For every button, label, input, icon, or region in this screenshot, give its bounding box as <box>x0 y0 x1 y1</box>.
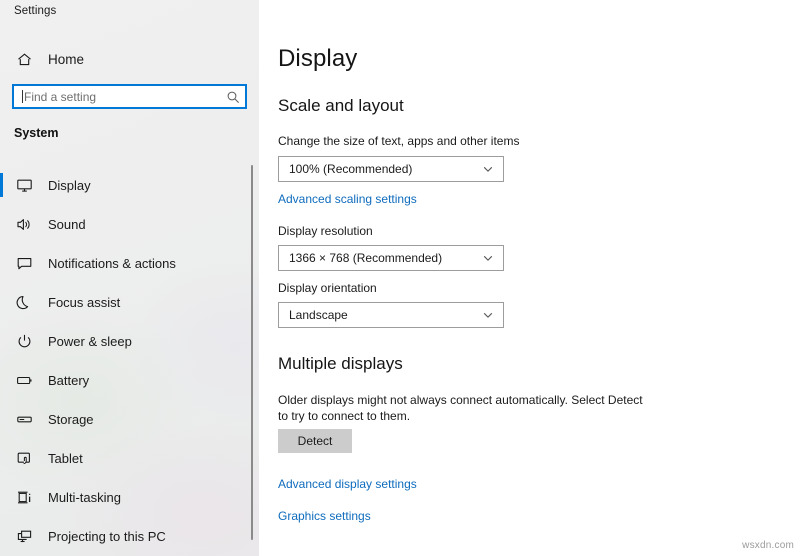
home-icon <box>14 49 34 69</box>
notification-icon <box>14 254 34 274</box>
sidebar-item-home[interactable]: Home <box>0 45 248 73</box>
page-title: Display <box>278 45 357 73</box>
sidebar-item-label: Multi-tasking <box>48 490 121 505</box>
sidebar-item-label: Focus assist <box>48 295 120 310</box>
chevron-down-icon <box>481 308 495 322</box>
sidebar-item-projecting[interactable]: Projecting to this PC <box>0 517 248 556</box>
sidebar-item-tablet[interactable]: Tablet <box>0 439 248 478</box>
sidebar-nav-list: Display Sound <box>0 166 248 556</box>
moon-icon <box>14 293 34 313</box>
sidebar-item-notifications[interactable]: Notifications & actions <box>0 244 248 283</box>
speaker-icon <box>14 215 34 235</box>
sidebar-group-heading: System <box>14 126 58 140</box>
resolution-field-label: Display resolution <box>278 224 373 238</box>
tablet-icon <box>14 449 34 469</box>
resolution-dropdown-value: 1366 × 768 (Recommended) <box>289 251 481 265</box>
graphics-settings-link[interactable]: Graphics settings <box>278 509 371 523</box>
sidebar-item-label: Power & sleep <box>48 334 132 349</box>
sidebar-scrollbar[interactable] <box>247 0 259 556</box>
multitasking-icon <box>14 488 34 508</box>
section-heading-scale-and-layout: Scale and layout <box>278 96 404 116</box>
detect-button[interactable]: Detect <box>278 429 352 453</box>
settings-window: Settings Home System <box>0 0 800 556</box>
watermark: wsxdn.com <box>742 540 794 551</box>
storage-icon <box>14 410 34 430</box>
scale-dropdown-value: 100% (Recommended) <box>289 162 481 176</box>
orientation-dropdown[interactable]: Landscape <box>278 302 504 328</box>
search-input[interactable] <box>23 86 221 107</box>
scale-dropdown[interactable]: 100% (Recommended) <box>278 156 504 182</box>
chevron-down-icon <box>481 162 495 176</box>
window-title: Settings <box>14 5 56 17</box>
sidebar-item-label: Notifications & actions <box>48 256 176 271</box>
section-heading-multiple-displays: Multiple displays <box>278 354 403 374</box>
chevron-down-icon <box>481 251 495 265</box>
sidebar-item-focus-assist[interactable]: Focus assist <box>0 283 248 322</box>
sidebar-item-sound[interactable]: Sound <box>0 205 248 244</box>
sidebar-item-label: Projecting to this PC <box>48 529 166 544</box>
projecting-icon <box>14 527 34 547</box>
multiple-displays-description: Older displays might not always connect … <box>278 392 646 424</box>
search-icon[interactable] <box>221 90 245 104</box>
sidebar-item-battery[interactable]: Battery <box>0 361 248 400</box>
scale-field-label: Change the size of text, apps and other … <box>278 134 519 148</box>
sidebar-item-storage[interactable]: Storage <box>0 400 248 439</box>
sidebar-item-display[interactable]: Display <box>0 166 248 205</box>
sidebar-scrollbar-thumb[interactable] <box>251 165 253 540</box>
sidebar-item-multitasking[interactable]: Multi-tasking <box>0 478 248 517</box>
resolution-dropdown[interactable]: 1366 × 768 (Recommended) <box>278 245 504 271</box>
sidebar-item-label: Storage <box>48 412 94 427</box>
sidebar-item-label: Tablet <box>48 451 83 466</box>
sidebar-item-label: Battery <box>48 373 89 388</box>
orientation-dropdown-value: Landscape <box>289 308 481 322</box>
battery-icon <box>14 371 34 391</box>
selection-indicator <box>0 173 3 197</box>
monitor-icon <box>14 176 34 196</box>
sidebar-item-home-label: Home <box>48 52 84 67</box>
sidebar-item-label: Sound <box>48 217 86 232</box>
advanced-scaling-settings-link[interactable]: Advanced scaling settings <box>278 192 417 206</box>
advanced-display-settings-link[interactable]: Advanced display settings <box>278 477 417 491</box>
sidebar-item-power-sleep[interactable]: Power & sleep <box>0 322 248 361</box>
main-content: Display Scale and layout Change the size… <box>259 0 800 556</box>
power-icon <box>14 332 34 352</box>
orientation-field-label: Display orientation <box>278 281 377 295</box>
sidebar-item-label: Display <box>48 178 91 193</box>
search-box[interactable] <box>12 84 247 109</box>
sidebar: Settings Home System <box>0 0 259 556</box>
